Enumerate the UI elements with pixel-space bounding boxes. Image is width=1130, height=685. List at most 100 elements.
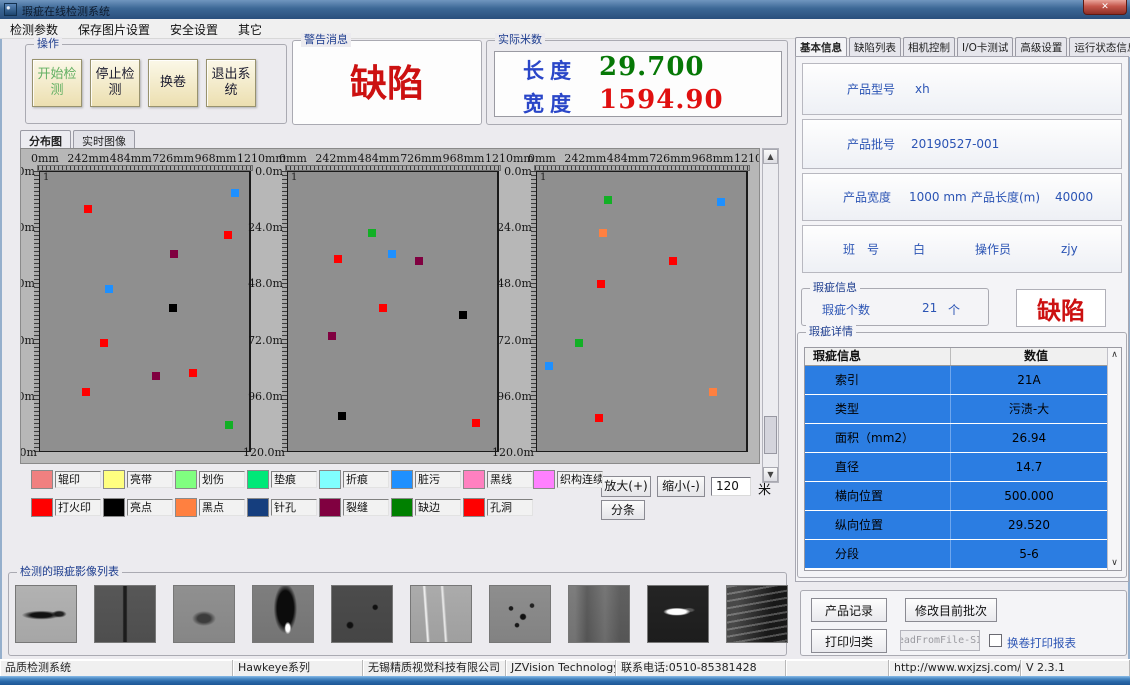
- right-tab-4[interactable]: I/O卡测试: [957, 37, 1013, 57]
- defect-thumbnail-5[interactable]: [331, 585, 393, 643]
- info-box-4: 班 号白操作员zjy: [802, 225, 1122, 273]
- y-tick-label: 24.0m: [243, 221, 283, 234]
- op-button-4[interactable]: 退出系统: [206, 59, 256, 107]
- legend-swatch: [175, 498, 197, 517]
- plot-scrollbar[interactable]: ▲ ▼: [762, 148, 779, 483]
- table-row-6[interactable]: 纵向位置29.520: [805, 511, 1107, 539]
- defect-thumbnail-2[interactable]: [94, 585, 156, 643]
- table-header-value: 数值: [951, 348, 1121, 365]
- data-point: [597, 280, 605, 288]
- defect-image-list-group: 检测的瑕疵影像列表: [8, 572, 787, 656]
- table-cell-name: 类型: [805, 395, 951, 423]
- x-tick-label: 242mm: [315, 152, 357, 165]
- meters-group: 实际米数 长度 29.700 宽度 1594.90: [486, 40, 788, 125]
- table-row-5[interactable]: 横向位置500.000: [805, 482, 1107, 510]
- defect-thumbnail-7[interactable]: [489, 585, 551, 643]
- defect-thumbnail-3[interactable]: [173, 585, 235, 643]
- print-classify-button[interactable]: 打印归类: [811, 629, 887, 653]
- right-tab-2[interactable]: 缺陷列表: [849, 37, 901, 57]
- status-segment-4: JZVision Technology Co., Ltd.: [506, 660, 616, 677]
- info-box-1: 产品型号xh: [802, 63, 1122, 115]
- legend-swatch: [319, 470, 341, 489]
- table-scroll-down-icon[interactable]: ∨: [1108, 558, 1121, 568]
- op-button-2[interactable]: 停止检测: [90, 59, 140, 107]
- defect-thumbnail-8[interactable]: [568, 585, 630, 643]
- x-tick-label: 0mm: [279, 152, 307, 165]
- y-tick-label: 120.0m: [20, 446, 35, 459]
- right-tab-3[interactable]: 相机控制: [903, 37, 955, 57]
- defect-detail-table[interactable]: 瑕疵信息数值索引21A类型污渍-大面积（mm2）26.94直径14.7横向位置5…: [804, 347, 1122, 571]
- legend-label: 缺边: [415, 499, 461, 516]
- defect-summary-group: 瑕疵信息 瑕疵个数 21 个: [801, 288, 989, 326]
- right-tab-6[interactable]: 运行状态信息: [1069, 37, 1130, 57]
- table-row-7[interactable]: 分段5-6: [805, 540, 1107, 568]
- table-cell-value: 21A: [951, 366, 1107, 394]
- y-tick-label: 72.0m: [243, 334, 283, 347]
- table-cell-name: 分段: [805, 540, 951, 568]
- legend-swatch: [247, 498, 269, 517]
- table-row-4[interactable]: 直径14.7: [805, 453, 1107, 481]
- y-tick-label: 24.0m: [492, 221, 532, 234]
- scroll-up-icon[interactable]: ▲: [763, 149, 778, 164]
- y-tick-label: 24.0m: [20, 221, 35, 234]
- table-scroll-up-icon[interactable]: ∧: [1108, 350, 1121, 360]
- defect-thumbnail-6[interactable]: [410, 585, 472, 643]
- length-label: 长度: [523, 55, 577, 85]
- y-tick-label: 72.0m: [492, 334, 532, 347]
- meters-group-label: 实际米数: [495, 33, 545, 47]
- data-point: [379, 304, 387, 312]
- table-row-3[interactable]: 面积（mm2）26.94: [805, 424, 1107, 452]
- print-report-checkbox[interactable]: [989, 634, 1002, 647]
- warning-message: 缺陷: [293, 53, 481, 107]
- product-record-button[interactable]: 产品记录: [811, 598, 887, 622]
- split-button[interactable]: 分条: [601, 500, 645, 520]
- scatter-plot-3[interactable]: 1: [536, 171, 748, 452]
- defect-thumbnail-4[interactable]: [252, 585, 314, 643]
- menu-item-4[interactable]: 其它: [228, 19, 272, 38]
- width-value: 1594.90: [599, 85, 724, 115]
- defect-thumbnail-9[interactable]: [647, 585, 709, 643]
- zoom-in-button[interactable]: 放大(+): [601, 476, 651, 497]
- table-header-row: 瑕疵信息数值: [805, 348, 1121, 366]
- data-point: [170, 250, 178, 258]
- menu-item-3[interactable]: 安全设置: [160, 19, 228, 38]
- y-tick-label: 72.0m: [20, 334, 35, 347]
- data-point: [472, 419, 480, 427]
- table-row-1[interactable]: 索引21A: [805, 366, 1107, 394]
- scrollbar-thumb[interactable]: [764, 416, 777, 454]
- info-value: 20190527-001: [911, 137, 999, 151]
- scatter-plot-1[interactable]: 1: [39, 171, 251, 452]
- menu-item-2[interactable]: 保存图片设置: [68, 19, 160, 38]
- zoom-out-button[interactable]: 缩小(-): [657, 476, 705, 497]
- y-tick-label: 96.0m: [20, 390, 35, 403]
- scatter-plot-2[interactable]: 1: [287, 171, 499, 452]
- scale-input[interactable]: 120: [711, 477, 751, 496]
- legend-label: 垫痕: [271, 471, 317, 488]
- table-cell-name: 直径: [805, 453, 951, 481]
- right-tab-1[interactable]: 基本信息: [795, 37, 847, 57]
- data-point: [545, 362, 553, 370]
- modify-batch-button[interactable]: 修改目前批次: [905, 598, 997, 622]
- op-button-1[interactable]: 开始检测: [32, 59, 82, 107]
- legend-swatch: [103, 470, 125, 489]
- defect-thumbnail-1[interactable]: [15, 585, 77, 643]
- table-cell-value: 26.94: [951, 424, 1107, 452]
- x-tick-label: 968mm: [195, 152, 237, 165]
- data-point: [595, 414, 603, 422]
- table-scrollbar[interactable]: ∧∨: [1107, 348, 1121, 570]
- op-button-3[interactable]: 换卷: [148, 59, 198, 107]
- x-tick-label: 484mm: [110, 152, 152, 165]
- defect-thumbnail-10[interactable]: [726, 585, 788, 643]
- table-cell-value: 29.520: [951, 511, 1107, 539]
- legend-label: 孔洞: [487, 499, 533, 516]
- table-row-2[interactable]: 类型污渍-大: [805, 395, 1107, 423]
- right-tab-5[interactable]: 高级设置: [1015, 37, 1067, 57]
- status-segment-3: 无锡精质视觉科技有限公司: [363, 660, 506, 677]
- data-point: [231, 189, 239, 197]
- close-button[interactable]: ✕: [1083, 0, 1127, 15]
- right-tab-bar: 基本信息缺陷列表相机控制I/O卡测试高级设置运行状态信息: [795, 37, 1130, 57]
- legend-label: 亮点: [127, 499, 173, 516]
- status-segment-5: 联系电话:0510-85381428: [616, 660, 786, 677]
- menu-item-1[interactable]: 检测参数: [0, 19, 68, 38]
- x-tick-label: 726mm: [649, 152, 691, 165]
